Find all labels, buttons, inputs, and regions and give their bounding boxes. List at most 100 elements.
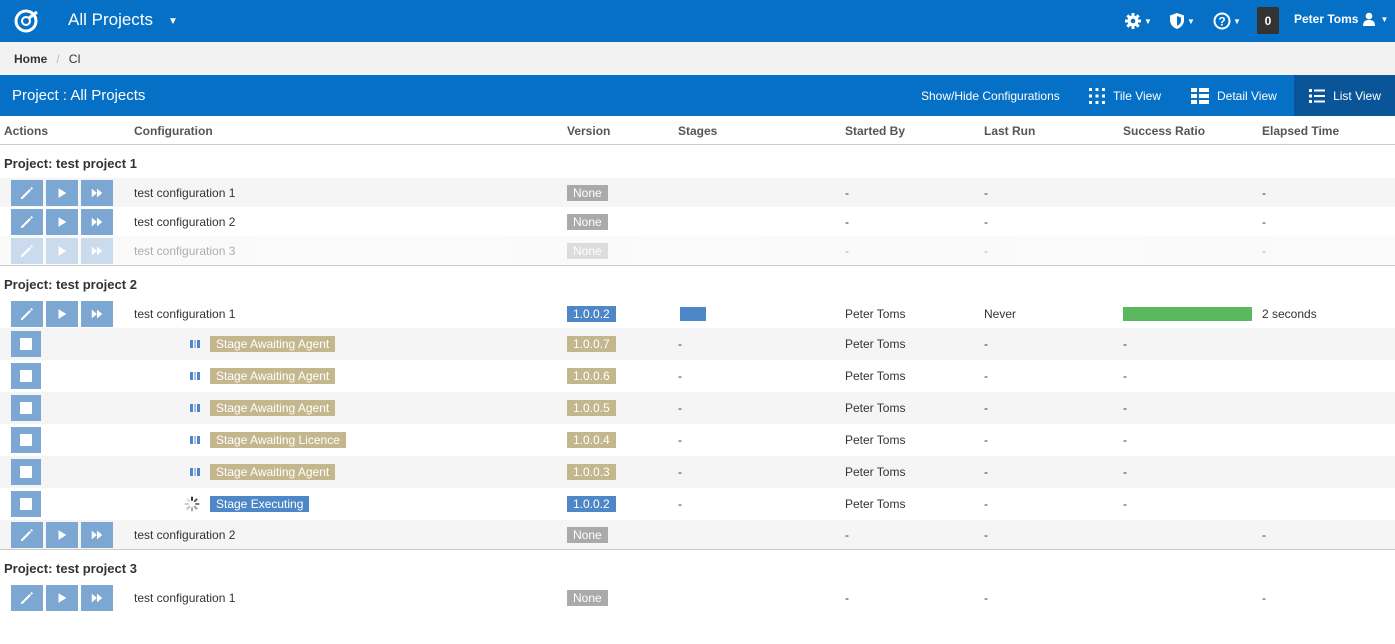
security-menu[interactable]: ▼	[1169, 11, 1195, 31]
help-menu[interactable]: ? ▼	[1213, 11, 1241, 31]
column-actions: Actions	[4, 124, 49, 138]
settings-menu[interactable]: ▼	[1124, 11, 1152, 31]
stage-select-button[interactable]	[11, 395, 41, 421]
list-view-button[interactable]: List View	[1294, 75, 1395, 116]
tile-view-button[interactable]: Tile View	[1088, 75, 1161, 116]
play-icon	[55, 244, 69, 258]
queue-icon	[190, 468, 200, 476]
version-badge: None	[567, 184, 608, 201]
run-all-button[interactable]	[81, 301, 113, 327]
table-row: test configuration 1 None - - -	[0, 583, 1395, 612]
column-started-by[interactable]: Started By	[845, 124, 905, 138]
run-button[interactable]	[46, 209, 78, 235]
user-menu[interactable]: Peter Toms ▼	[1294, 12, 1388, 26]
list-icon	[1309, 88, 1326, 103]
stage-status-label[interactable]: Stage Awaiting Agent	[210, 336, 336, 352]
stage-select-button[interactable]	[11, 459, 41, 485]
table-row: test configuration 2 None - - -	[0, 207, 1395, 236]
project-group-title: Project: test project 2	[4, 277, 137, 292]
queue-icon	[190, 340, 200, 348]
column-configuration[interactable]: Configuration	[134, 124, 213, 138]
run-button[interactable]	[46, 522, 78, 548]
started-by: Peter Toms	[845, 306, 906, 321]
table-header: Actions Configuration Version Stages Sta…	[0, 116, 1395, 145]
started-by: Peter Toms	[845, 465, 906, 479]
started-by: Peter Toms	[845, 401, 906, 415]
page-title: Project : All Projects	[12, 87, 146, 104]
run-all-button[interactable]	[81, 238, 113, 264]
last-run: -	[984, 465, 988, 479]
configuration-name[interactable]: test configuration 1	[134, 591, 235, 605]
run-button[interactable]	[46, 585, 78, 611]
project-group-title: Project: test project 3	[4, 561, 137, 576]
configuration-name[interactable]: test configuration 2	[134, 528, 235, 542]
stage-select-button[interactable]	[11, 491, 41, 517]
stage-row: Stage Awaiting Agent 1.0.0.3 - Peter Tom…	[0, 456, 1395, 488]
column-success-ratio[interactable]: Success Ratio	[1123, 124, 1205, 138]
checkbox-icon	[20, 466, 32, 478]
fast-forward-icon	[90, 591, 104, 605]
project-group-title: Project: test project 1	[4, 156, 137, 171]
run-all-button[interactable]	[81, 585, 113, 611]
stage-status-label[interactable]: Stage Awaiting Agent	[210, 400, 336, 416]
last-run: -	[984, 337, 988, 351]
configuration-name[interactable]: test configuration 1	[134, 307, 235, 321]
fast-forward-icon	[90, 307, 104, 321]
last-run: -	[984, 243, 988, 258]
user-icon	[1363, 12, 1376, 26]
stage-status-label[interactable]: Stage Executing	[210, 496, 310, 512]
edit-button[interactable]	[11, 238, 43, 264]
elapsed-time: -	[1262, 590, 1266, 605]
run-button[interactable]	[46, 301, 78, 327]
configuration-name[interactable]: test configuration 3	[134, 244, 235, 258]
stage-status-label[interactable]: Stage Awaiting Licence	[210, 432, 346, 448]
stage-row: Stage Executing 1.0.0.2 - Peter Toms - -	[0, 488, 1395, 520]
title-dropdown-icon[interactable]: ▼	[168, 16, 178, 27]
version-badge: 1.0.0.6	[567, 368, 616, 384]
run-all-button[interactable]	[81, 522, 113, 548]
stage-select-button[interactable]	[11, 427, 41, 453]
last-run: -	[984, 590, 988, 605]
stage-status-label[interactable]: Stage Awaiting Agent	[210, 464, 336, 480]
column-elapsed-time[interactable]: Elapsed Time	[1262, 124, 1339, 138]
detail-view-label: Detail View	[1217, 88, 1277, 103]
svg-text:?: ?	[1218, 15, 1225, 29]
breadcrumb-separator: /	[56, 51, 60, 66]
stages: -	[678, 369, 682, 383]
run-all-button[interactable]	[81, 209, 113, 235]
checkbox-icon	[20, 370, 32, 382]
column-last-run[interactable]: Last Run	[984, 124, 1035, 138]
stage-select-button[interactable]	[11, 363, 41, 389]
configuration-name[interactable]: test configuration 2	[134, 215, 235, 229]
configuration-name[interactable]: test configuration 1	[134, 186, 235, 200]
detail-view-button[interactable]: Detail View	[1190, 75, 1277, 116]
notification-badge[interactable]: 0	[1257, 7, 1279, 34]
fast-forward-icon	[90, 244, 104, 258]
stage-select-button[interactable]	[11, 331, 41, 357]
pencil-icon	[19, 214, 35, 230]
stages: -	[678, 401, 682, 415]
column-stages: Stages	[678, 124, 718, 138]
edit-button[interactable]	[11, 522, 43, 548]
grid-icon	[1089, 87, 1105, 104]
run-button[interactable]	[46, 238, 78, 264]
fast-forward-icon	[90, 528, 104, 542]
run-all-button[interactable]	[81, 180, 113, 206]
stage-progress-bar[interactable]	[680, 306, 706, 321]
edit-button[interactable]	[11, 180, 43, 206]
checkbox-icon	[20, 498, 32, 510]
breadcrumb-home[interactable]: Home	[14, 52, 47, 66]
success-ratio-bar	[1123, 306, 1252, 321]
column-version[interactable]: Version	[567, 124, 610, 138]
logo-icon[interactable]	[12, 8, 40, 34]
edit-button[interactable]	[11, 301, 43, 327]
edit-button[interactable]	[11, 585, 43, 611]
project-header-bar: Project : All Projects Show/Hide Configu…	[0, 75, 1395, 116]
show-hide-configurations-button[interactable]: Show/Hide Configurations	[921, 75, 1060, 116]
last-run: -	[984, 527, 988, 542]
play-icon	[55, 215, 69, 229]
edit-button[interactable]	[11, 209, 43, 235]
app-title[interactable]: All Projects	[68, 10, 153, 30]
run-button[interactable]	[46, 180, 78, 206]
stage-status-label[interactable]: Stage Awaiting Agent	[210, 368, 336, 384]
